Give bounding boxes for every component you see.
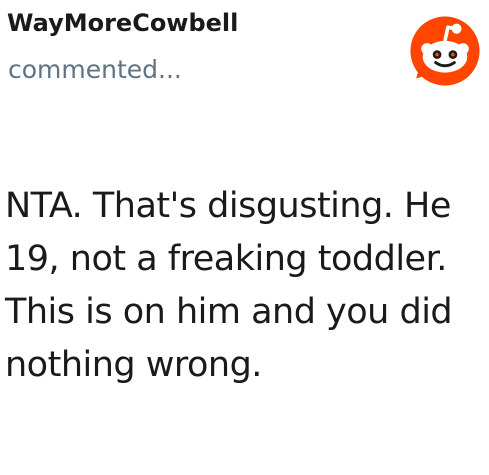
comment-action-label: commented... (8, 55, 182, 84)
reddit-logo-icon (410, 16, 480, 86)
comment-author[interactable]: WayMoreCowbell (7, 8, 238, 38)
comment-body: NTA. That's disgusting. He 19, not a fre… (5, 186, 453, 385)
